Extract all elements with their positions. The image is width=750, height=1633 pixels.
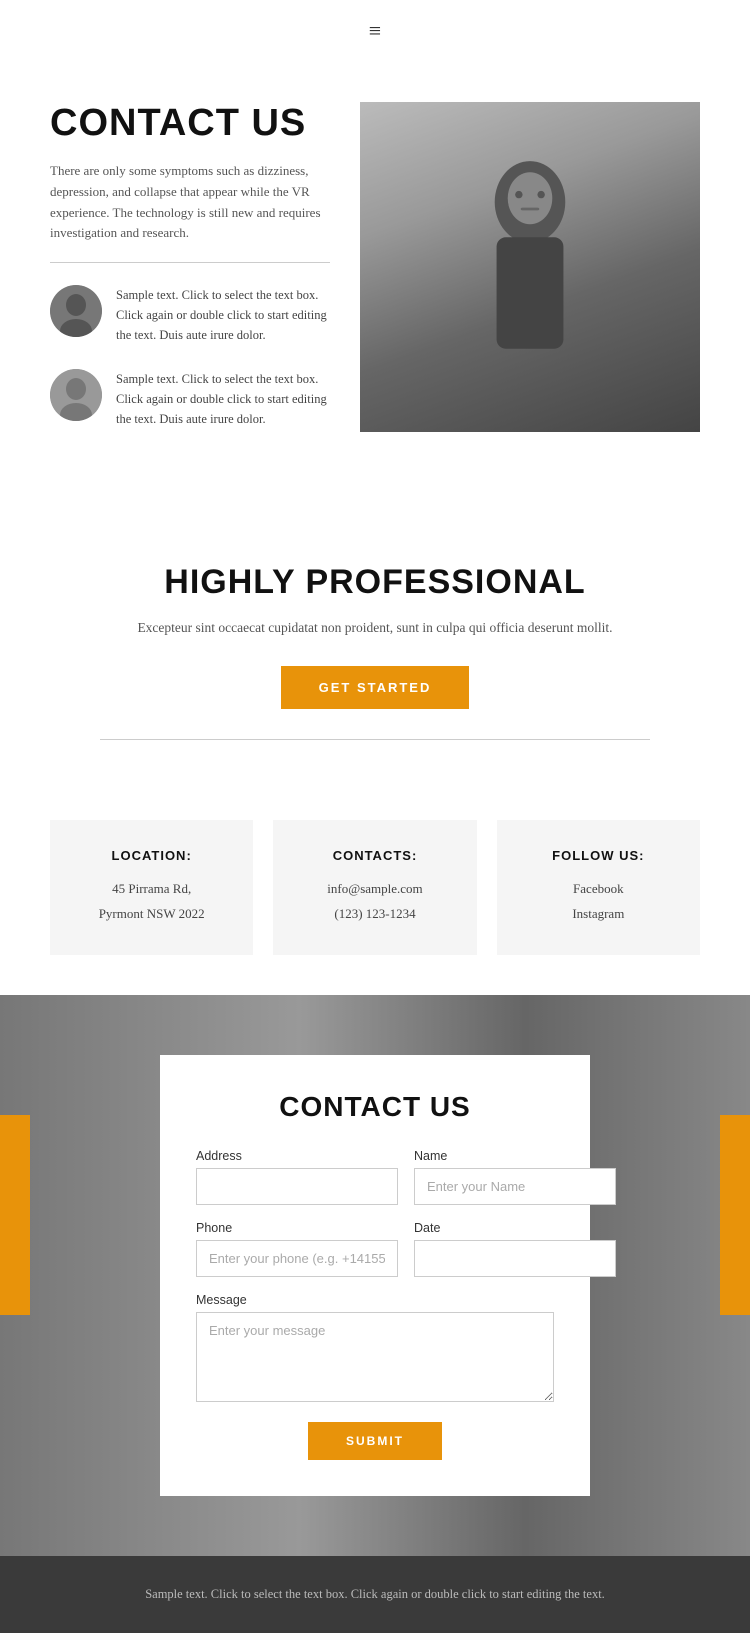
form-row-address-name: Address Name [196,1149,554,1205]
photo-bw-overlay [360,102,700,432]
phone-input[interactable] [196,1240,398,1277]
date-label: Date [414,1221,616,1235]
person-1-text: Sample text. Click to select the text bo… [116,285,330,345]
follow-title: FOLLOW US: [517,848,680,863]
message-group: Message [196,1293,554,1402]
contacts-card: CONTACTS: info@sample.com (123) 123-1234 [273,820,476,954]
get-started-button[interactable]: GET STARTED [281,666,470,709]
professional-title: HIGHLY PROFESSIONAL [50,563,700,602]
contacts-content: info@sample.com (123) 123-1234 [293,877,456,926]
professional-divider [100,739,650,740]
section-divider [50,262,330,263]
footer-text: Sample text. Click to select the text bo… [100,1584,650,1605]
date-input[interactable] [414,1240,616,1277]
contacts-title: CONTACTS: [293,848,456,863]
info-cards-row: LOCATION: 45 Pirrama Rd, Pyrmont NSW 202… [0,780,750,994]
address-group: Address [196,1149,398,1205]
contact-description: There are only some symptoms such as diz… [50,161,330,244]
address-label: Address [196,1149,398,1163]
submit-button[interactable]: SUBMIT [308,1422,442,1460]
form-row-message: Message [196,1293,554,1402]
hamburger-icon[interactable]: ≡ [369,18,381,44]
contact-form-card: CONTACT US Address Name Phone Date M [160,1055,590,1496]
phone-label: Phone [196,1221,398,1235]
location-title: LOCATION: [70,848,233,863]
location-card: LOCATION: 45 Pirrama Rd, Pyrmont NSW 202… [50,820,253,954]
location-content: 45 Pirrama Rd, Pyrmont NSW 2022 [70,877,233,926]
person-item-2: Sample text. Click to select the text bo… [50,369,330,429]
avatar-2 [50,369,102,421]
avatar-1 [50,285,102,337]
orange-accent-right [720,1115,750,1315]
form-title: CONTACT US [196,1091,554,1123]
name-group: Name [414,1149,616,1205]
orange-accent-left [0,1115,30,1315]
follow-card: FOLLOW US: Facebook Instagram [497,820,700,954]
navigation: ≡ [0,0,750,62]
message-textarea[interactable] [196,1312,554,1402]
contact-left-column: CONTACT US There are only some symptoms … [50,102,330,453]
professional-description: Excepteur sint occaecat cupidatat non pr… [50,620,700,636]
professional-section: HIGHLY PROFESSIONAL Excepteur sint occae… [0,503,750,780]
contact-top-section: CONTACT US There are only some symptoms … [0,62,750,503]
contact-form-section: CONTACT US Address Name Phone Date M [0,995,750,1556]
form-row-phone-date: Phone Date [196,1221,554,1277]
contact-right-column [360,102,700,453]
follow-content: Facebook Instagram [517,877,680,926]
date-group: Date [414,1221,616,1277]
footer: Sample text. Click to select the text bo… [0,1556,750,1633]
name-input[interactable] [414,1168,616,1205]
phone-group: Phone [196,1221,398,1277]
address-input[interactable] [196,1168,398,1205]
message-label: Message [196,1293,554,1307]
contact-title: CONTACT US [50,102,330,145]
name-label: Name [414,1149,616,1163]
person-item-1: Sample text. Click to select the text bo… [50,285,330,345]
person-2-text: Sample text. Click to select the text bo… [116,369,330,429]
portrait-photo [360,102,700,432]
